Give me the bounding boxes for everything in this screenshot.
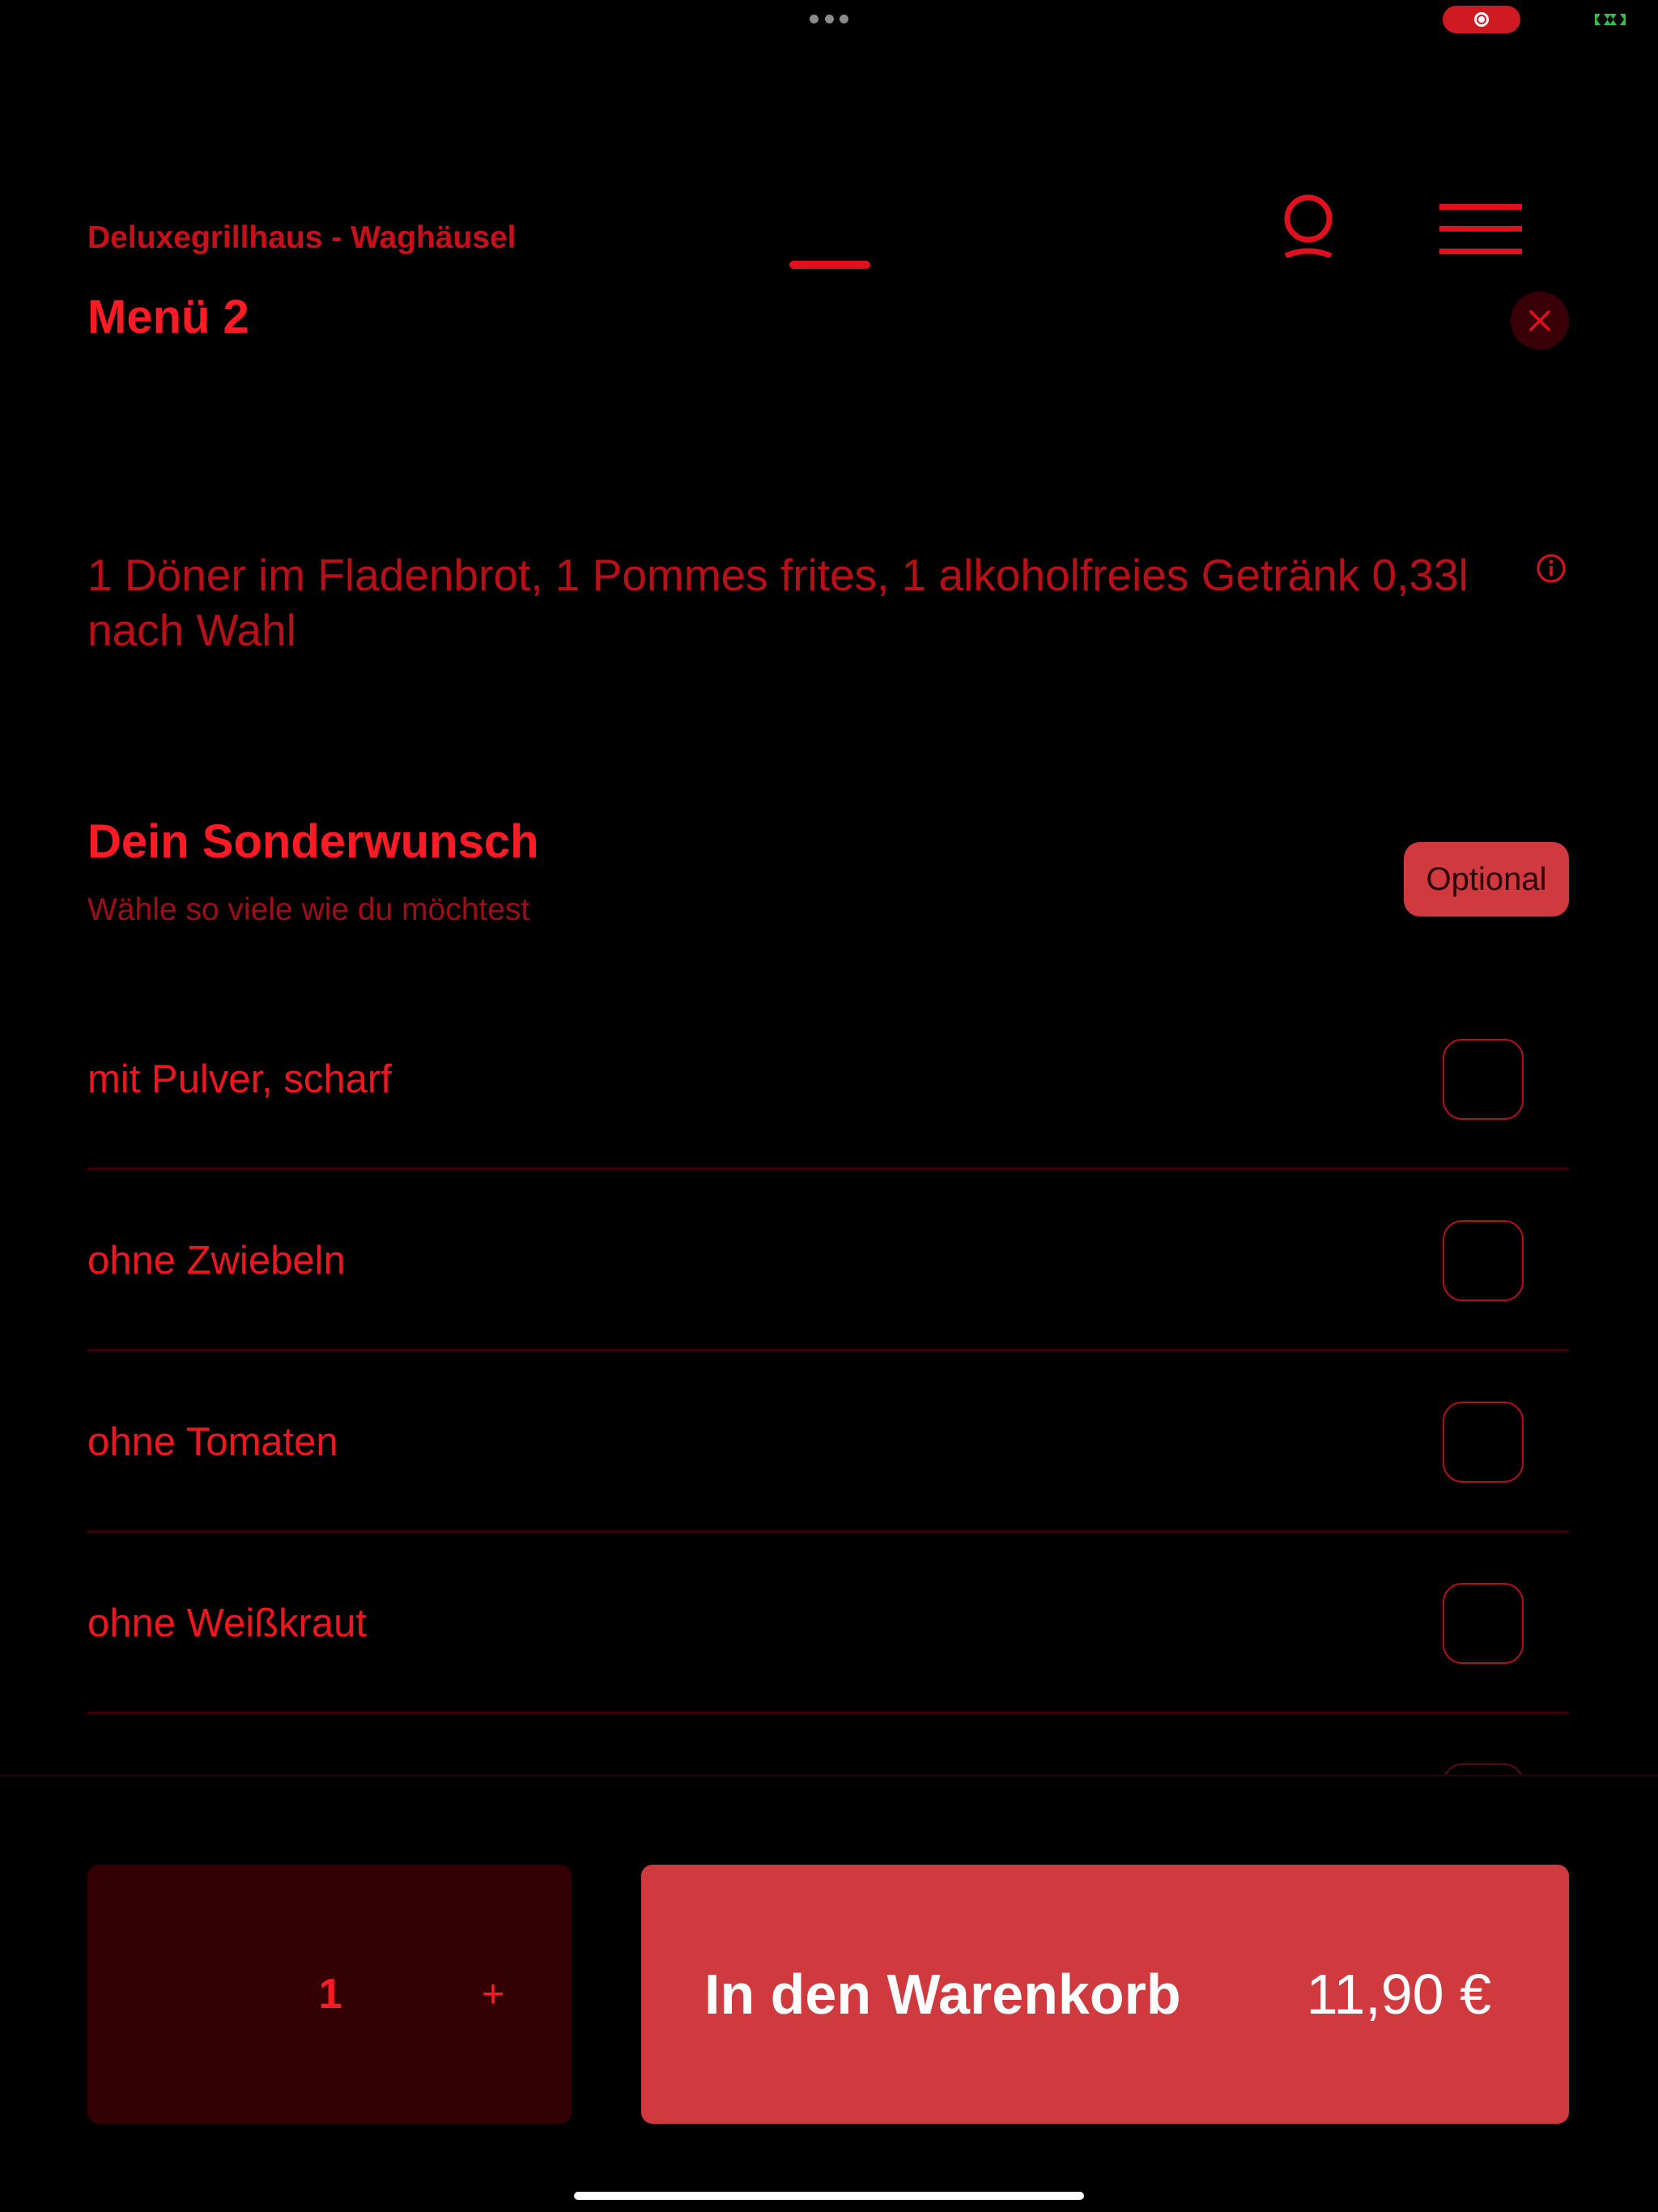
optional-badge: Optional <box>1404 842 1569 917</box>
add-to-cart-button[interactable]: In den Warenkorb 11,90 € <box>641 1865 1569 2124</box>
option-checkbox[interactable] <box>1443 1039 1524 1120</box>
divider <box>87 1712 1569 1714</box>
home-indicator[interactable] <box>574 2192 1084 2200</box>
restaurant-name: Deluxegrillhaus - Waghäusel <box>87 220 517 255</box>
sheet-grabber[interactable] <box>789 261 870 269</box>
option-checkbox[interactable] <box>1443 1220 1524 1301</box>
dot <box>824 14 834 23</box>
section-title: Dein Sonderwunsch <box>87 815 539 868</box>
footer-divider <box>0 1775 1658 1776</box>
cart-price: 11,90 € <box>1306 1963 1491 2026</box>
battery-icon <box>1595 14 1626 25</box>
close-icon <box>1529 310 1550 331</box>
option-label: ohne Weißkraut <box>87 1602 367 1645</box>
option-label: ohne Zwiebeln <box>87 1239 346 1283</box>
quantity-value: 1 <box>318 1971 342 2018</box>
user-icon[interactable] <box>1276 193 1341 257</box>
section-subtitle: Wähle so viele wie du möchtest <box>87 892 530 927</box>
dot <box>810 14 818 23</box>
close-button[interactable] <box>1511 291 1569 350</box>
quantity-stepper[interactable]: 1 + <box>87 1865 572 2124</box>
option-row[interactable]: ohne Weißkraut <box>87 1533 1569 1714</box>
option-label: mit Pulver, scharf <box>87 1057 392 1101</box>
multitasking-dots[interactable] <box>810 14 848 23</box>
option-checkbox[interactable] <box>1443 1402 1524 1482</box>
option-checkbox[interactable] <box>1443 1583 1524 1664</box>
increment-button[interactable]: + <box>457 1865 529 2124</box>
item-title: Menü 2 <box>87 291 249 343</box>
info-icon[interactable] <box>1535 552 1567 585</box>
screen-record-icon[interactable] <box>1443 6 1520 33</box>
hamburger-menu-icon[interactable] <box>1439 204 1522 254</box>
option-row[interactable]: ohne Zwiebeln <box>87 1170 1569 1351</box>
item-description: 1 Döner im Fladenbrot, 1 Pommes frites, … <box>87 550 1469 655</box>
option-row[interactable]: ohne Tomaten <box>87 1351 1569 1533</box>
add-to-cart-label: In den Warenkorb <box>704 1963 1181 2026</box>
dot <box>840 14 848 23</box>
option-row[interactable]: mit Pulver, scharf <box>87 989 1569 1170</box>
option-label: ohne Tomaten <box>87 1420 338 1464</box>
option-checkbox-partial <box>1443 1763 1524 1775</box>
